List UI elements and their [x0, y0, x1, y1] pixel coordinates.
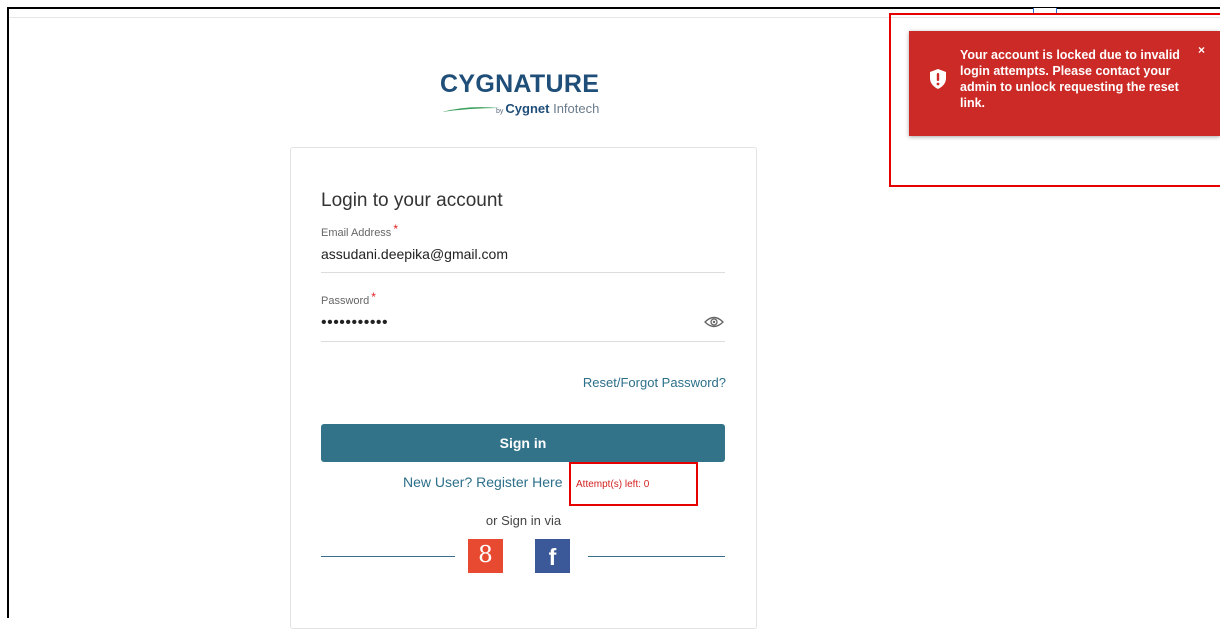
- shield-alert-icon: [930, 69, 946, 89]
- sign-in-button[interactable]: Sign in: [321, 424, 725, 462]
- password-label: Password *: [321, 290, 376, 307]
- error-toast: Your account is locked due to invalid lo…: [909, 31, 1220, 136]
- toast-message: Your account is locked due to invalid lo…: [960, 48, 1180, 110]
- password-field[interactable]: •••••••••••: [321, 314, 388, 332]
- google-signin-button[interactable]: 8: [468, 539, 503, 573]
- eye-icon[interactable]: [704, 315, 724, 329]
- brand-logo: CYGNATURE by Cygnet Infotech: [440, 70, 620, 120]
- register-link[interactable]: New User? Register Here: [403, 474, 563, 490]
- password-underline: [321, 341, 725, 342]
- login-title: Login to your account: [321, 190, 503, 211]
- email-underline: [321, 272, 725, 273]
- required-mark: *: [393, 222, 398, 236]
- brand-name: CYGNATURE: [440, 70, 600, 98]
- email-field[interactable]: assudani.deepika@gmail.com: [321, 246, 508, 262]
- screenshot-frame-left: [7, 8, 9, 618]
- brand-swoosh-icon: [442, 107, 500, 112]
- brand-subtitle: by Cygnet Infotech: [496, 101, 599, 116]
- brand-company-light: Infotech: [549, 101, 600, 116]
- password-label-text: Password: [321, 295, 370, 307]
- email-label: Email Address *: [321, 222, 398, 239]
- highlight-box-attempts: [569, 462, 698, 506]
- divider-right: [588, 556, 725, 557]
- brand-company-bold: Cygnet: [505, 101, 550, 116]
- reset-password-link[interactable]: Reset/Forgot Password?: [583, 375, 726, 390]
- divider-left: [321, 556, 455, 557]
- or-sign-in-via-text: or Sign in via: [485, 513, 562, 528]
- login-card: Login to your account Email Address * ass…: [290, 147, 757, 629]
- email-label-text: Email Address: [321, 227, 392, 239]
- close-icon[interactable]: ×: [1198, 43, 1205, 57]
- facebook-signin-button[interactable]: f: [535, 539, 570, 573]
- brand-by: by: [496, 108, 504, 115]
- required-mark: *: [371, 290, 376, 304]
